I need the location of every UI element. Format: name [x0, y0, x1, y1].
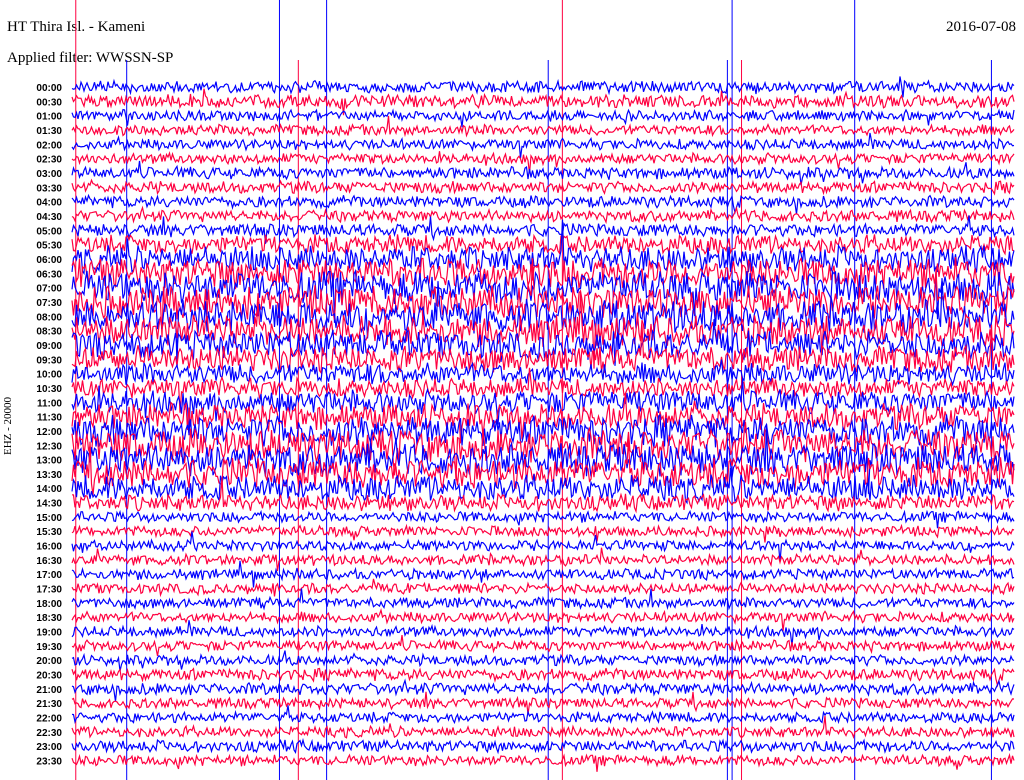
row-time-label: 17:30 [36, 585, 62, 596]
row-time-label: 10:00 [36, 370, 62, 381]
trace-row-0000 [71, 76, 1015, 98]
trace-row-0130 [71, 115, 1015, 138]
trace-row-1500 [71, 509, 1015, 529]
row-time-label: 13:30 [36, 470, 62, 481]
row-time-label: 15:00 [36, 513, 62, 524]
helicorder-plot: 00:00 00:30 01:00 01:30 02:00 02:30 03:00 03:30… [36, 0, 1015, 780]
row-time-label: 09:30 [36, 355, 62, 366]
row-time-label: 16:30 [36, 556, 62, 567]
row-time-label: 04:00 [36, 198, 62, 209]
row-time-label: 21:30 [36, 699, 62, 710]
trace-row-1930 [71, 635, 1015, 657]
trace-row-1700 [71, 560, 1015, 588]
row-time-label: 05:30 [36, 241, 62, 252]
row-time-label: 05:00 [36, 226, 62, 237]
row-time-label: 11:30 [37, 413, 62, 424]
row-time-label: 02:00 [36, 140, 62, 151]
row-time-label: 21:00 [36, 685, 62, 696]
row-time-label: 15:30 [36, 527, 62, 538]
row-time-label: 20:30 [36, 671, 62, 682]
row-time-label: 23:00 [36, 742, 62, 753]
row-time-label: 02:30 [36, 155, 62, 166]
trace-row-0930 [71, 324, 1015, 375]
row-time-label: 06:00 [36, 255, 62, 266]
row-time-label: 06:30 [36, 269, 62, 280]
row-time-label: 01:30 [36, 126, 62, 137]
row-time-label: 17:00 [36, 570, 62, 581]
row-time-label: 09:00 [36, 341, 62, 352]
row-time-label: 22:00 [36, 714, 62, 725]
trace-row-2000 [71, 650, 1015, 672]
trace-row-2100 [71, 678, 1015, 702]
row-time-label: 12:30 [36, 441, 62, 452]
trace-row-0330 [71, 178, 1015, 196]
trace-row-2300 [71, 737, 1015, 755]
row-time-label: 22:30 [36, 728, 62, 739]
row-time-label: 19:30 [36, 642, 62, 653]
trace-row-0430 [71, 205, 1015, 225]
row-time-label: 14:00 [36, 484, 62, 495]
row-time-label: 12:00 [36, 427, 62, 438]
trace-row-0900 [71, 319, 1015, 366]
row-time-label: 23:30 [36, 757, 62, 768]
trace-row-2030 [71, 666, 1015, 688]
trace-row-2330 [71, 752, 1015, 772]
trace-row-0100 [71, 108, 1015, 128]
row-time-label: 03:30 [36, 183, 62, 194]
row-time-label: 07:30 [36, 298, 62, 309]
row-time-label: 00:30 [36, 97, 62, 108]
trace-row-1630 [71, 547, 1015, 571]
row-time-label: 07:00 [36, 284, 62, 295]
row-time-label: 04:30 [36, 212, 62, 223]
row-time-label: 08:00 [36, 312, 62, 323]
row-time-label: 13:00 [36, 456, 62, 467]
row-time-label: 20:00 [36, 656, 62, 667]
trace-row-2200 [71, 705, 1015, 725]
row-time-label: 11:00 [37, 398, 62, 409]
row-time-label: 19:00 [36, 628, 62, 639]
row-time-label: 10:30 [36, 384, 62, 395]
trace-row-1530 [71, 523, 1015, 543]
row-time-label: 01:00 [36, 112, 62, 123]
trace-row-1900 [71, 620, 1015, 647]
trace-row-0030 [71, 88, 1015, 116]
row-time-label: 03:00 [36, 169, 62, 180]
trace-row-1730 [71, 578, 1015, 598]
trace-row-1600 [71, 531, 1015, 562]
row-time-label: 18:00 [36, 599, 62, 610]
trace-row-1830 [71, 607, 1015, 632]
trace-row-2130 [71, 691, 1015, 715]
row-time-label: 16:00 [36, 542, 62, 553]
row-time-label: 00:00 [36, 83, 62, 94]
row-time-label: 08:30 [36, 327, 62, 338]
trace-row-0200 [71, 132, 1015, 159]
row-time-label: 14:30 [36, 499, 62, 510]
trace-row-1800 [71, 588, 1015, 611]
row-time-label: 18:30 [36, 613, 62, 624]
